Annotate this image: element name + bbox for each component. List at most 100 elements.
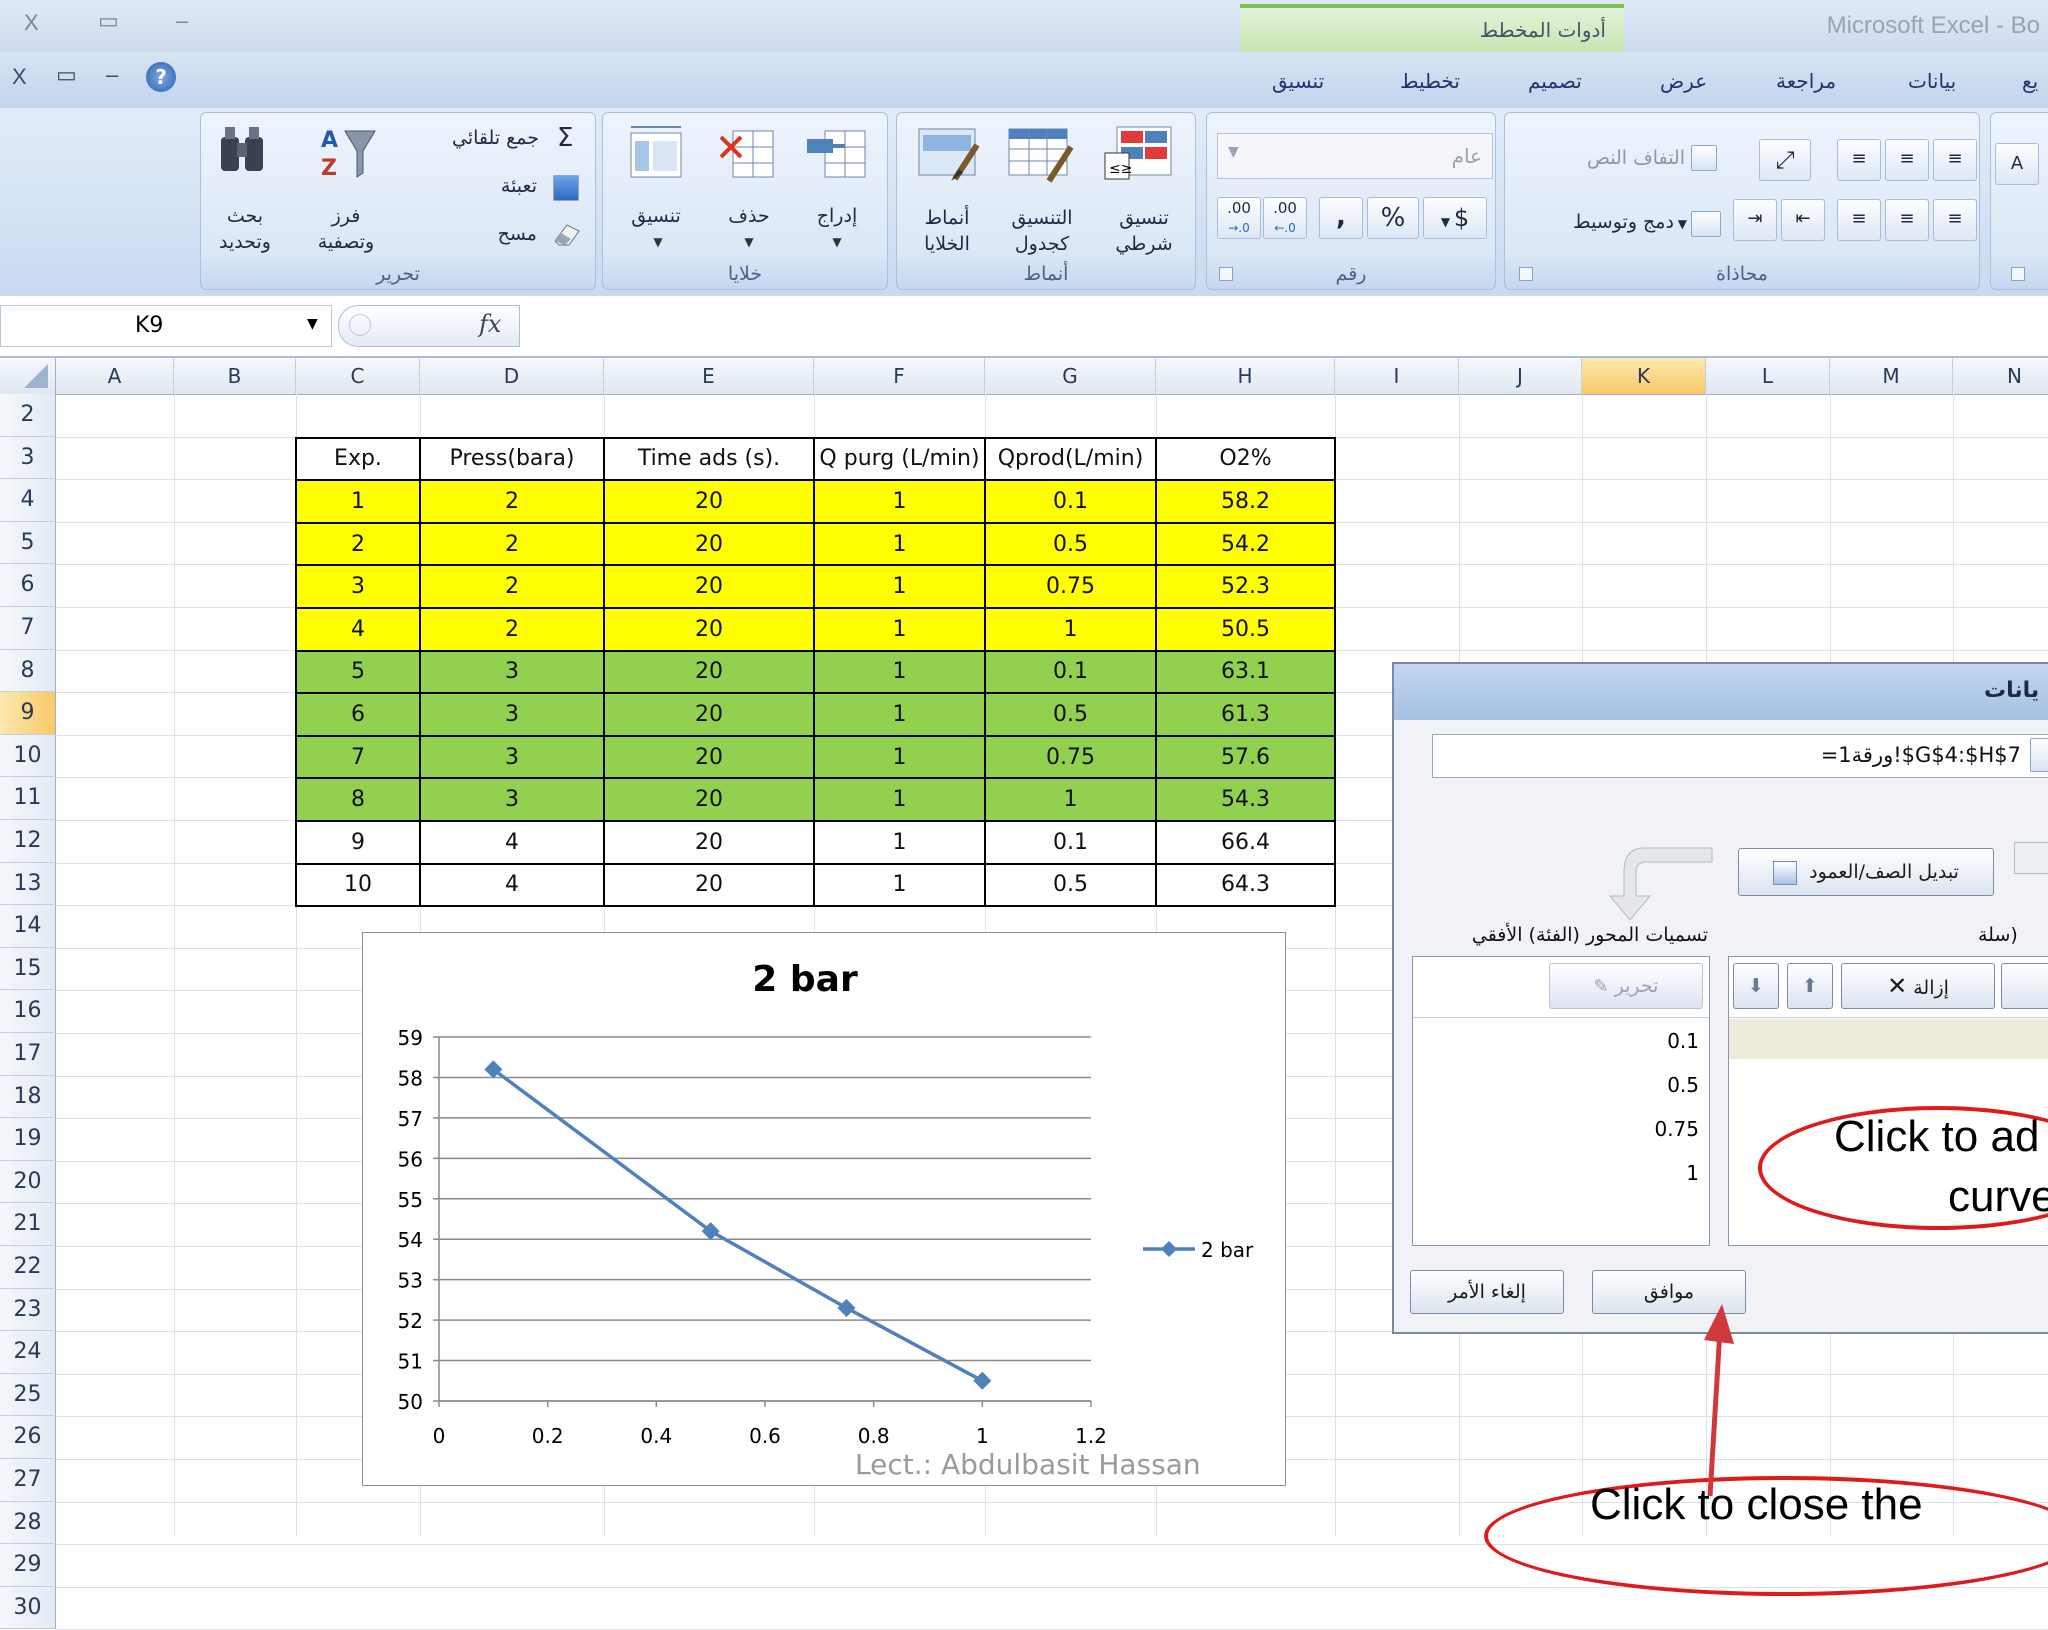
format-as-table-button[interactable]: التنسيق كجدول <box>997 205 1087 257</box>
number-format-dropdown[interactable]: ▼ عام <box>1217 133 1493 179</box>
row-header-2[interactable]: 2 <box>0 394 56 437</box>
column-header-g[interactable]: G <box>985 358 1156 394</box>
name-box[interactable]: K9 ▼ <box>0 305 332 347</box>
table-cell[interactable]: 1 <box>295 479 421 524</box>
table-cell[interactable]: 7 <box>295 734 421 780</box>
restore-window-icon[interactable]: ▭ <box>98 8 119 34</box>
sort-filter-button[interactable]: فرز وتصفية <box>299 203 393 255</box>
add-series-button[interactable] <box>2001 963 2048 1009</box>
row-header-18[interactable]: 18 <box>0 1075 56 1119</box>
table-cell[interactable]: 0.5 <box>984 521 1157 567</box>
row-header-3[interactable]: 3 <box>0 436 56 480</box>
table-cell[interactable]: 9 <box>295 820 421 865</box>
table-cell[interactable]: 20 <box>603 521 815 567</box>
row-header-15[interactable]: 15 <box>0 947 56 991</box>
format-dropdown-icon[interactable]: ▼ <box>623 235 693 249</box>
table-header-cell[interactable]: Exp. <box>295 436 421 482</box>
table-cell[interactable]: 20 <box>603 777 815 822</box>
font-size-grow-button[interactable]: A <box>1995 143 2039 185</box>
table-cell[interactable]: 58.2 <box>1155 479 1336 524</box>
switch-row-column-button[interactable]: تبديل الصف/العمود <box>1738 848 1994 896</box>
table-cell[interactable]: 57.6 <box>1155 734 1336 780</box>
table-header-cell[interactable]: Q purg (L/min) <box>813 436 986 482</box>
table-cell[interactable]: 4 <box>419 862 605 908</box>
wrap-text-button[interactable]: التفاف النص <box>1545 147 1685 169</box>
select-all-button[interactable] <box>0 358 56 394</box>
table-cell[interactable]: 3 <box>419 734 605 780</box>
table-cell[interactable]: 3 <box>295 564 421 609</box>
row-header-23[interactable]: 23 <box>0 1288 56 1332</box>
table-cell[interactable]: 20 <box>603 607 815 652</box>
table-cell[interactable]: 63.1 <box>1155 649 1336 695</box>
decrease-indent-button[interactable]: ⇤ <box>1781 199 1825 241</box>
table-cell[interactable]: 1 <box>813 564 986 609</box>
table-cell[interactable]: 20 <box>603 734 815 780</box>
table-cell[interactable]: 50.5 <box>1155 607 1336 652</box>
minimize-workbook-icon[interactable]: – <box>106 62 118 88</box>
column-header-k[interactable]: K <box>1582 358 1706 394</box>
table-cell[interactable]: 52.3 <box>1155 564 1336 609</box>
close-workbook-icon[interactable]: X <box>12 64 27 90</box>
row-header-27[interactable]: 27 <box>0 1459 56 1502</box>
table-cell[interactable]: 3 <box>419 649 605 695</box>
table-cell[interactable]: 1 <box>813 692 986 737</box>
row-header-6[interactable]: 6 <box>0 564 56 607</box>
row-header-9[interactable]: 9 <box>0 692 56 735</box>
restore-workbook-icon[interactable]: ▭ <box>56 62 77 88</box>
column-header-n[interactable]: N <box>1953 358 2048 394</box>
table-cell[interactable]: 0.5 <box>984 862 1157 908</box>
table-cell[interactable]: 20 <box>603 692 815 737</box>
align-right-button[interactable]: ≡ <box>1837 199 1881 241</box>
currency-button[interactable]: ▼ $ <box>1423 197 1487 239</box>
row-header-30[interactable]: 30 <box>0 1586 56 1630</box>
minimize-window-icon[interactable]: – <box>176 8 188 34</box>
table-cell[interactable]: 3 <box>419 777 605 822</box>
column-header-i[interactable]: I <box>1335 358 1459 394</box>
clear-button[interactable]: مسح <box>431 223 537 245</box>
comma-style-button[interactable]: , <box>1319 197 1363 239</box>
table-cell[interactable]: 2 <box>295 521 421 567</box>
insert-dropdown-icon[interactable]: ▼ <box>805 235 869 249</box>
formula-input[interactable] <box>520 305 2048 347</box>
column-header-m[interactable]: M <box>1830 358 1953 394</box>
cancel-button[interactable]: إلغاء الأمر <box>1410 1270 1564 1314</box>
table-cell[interactable]: 66.4 <box>1155 820 1336 865</box>
name-box-dropdown-icon[interactable]: ▼ <box>307 316 318 332</box>
table-cell[interactable]: 1 <box>984 777 1157 822</box>
table-cell[interactable]: 8 <box>295 777 421 822</box>
align-bottom-button[interactable]: ≡ <box>1933 139 1977 181</box>
series-list-item-selected[interactable] <box>1729 1019 2048 1059</box>
row-header-22[interactable]: 22 <box>0 1246 56 1289</box>
delete-button[interactable]: حذف <box>719 205 779 227</box>
tab-view[interactable]: عرض <box>1660 69 1707 93</box>
column-header-j[interactable]: J <box>1459 358 1582 394</box>
delete-dropdown-icon[interactable]: ▼ <box>719 235 779 249</box>
row-header-11[interactable]: 11 <box>0 777 56 820</box>
table-cell[interactable]: 1 <box>813 820 986 865</box>
table-cell[interactable]: 1 <box>813 649 986 695</box>
axis-label-item[interactable]: 0.5 <box>1667 1073 1699 1097</box>
tab-layout[interactable]: تخطيط <box>1400 69 1460 93</box>
table-cell[interactable]: 2 <box>419 564 605 609</box>
table-cell[interactable]: 6 <box>295 692 421 737</box>
decrease-decimal-button[interactable]: .00 →.0 <box>1217 197 1261 239</box>
row-header-7[interactable]: 7 <box>0 607 56 650</box>
row-header-20[interactable]: 20 <box>0 1160 56 1204</box>
edit-axis-labels-button[interactable]: تحرير ✎ <box>1549 963 1703 1009</box>
table-cell[interactable]: 10 <box>295 862 421 908</box>
tab-insert-partial[interactable]: يع <box>2022 69 2038 93</box>
row-header-19[interactable]: 19 <box>0 1118 56 1161</box>
axis-label-item[interactable]: 1 <box>1686 1161 1699 1185</box>
row-header-21[interactable]: 21 <box>0 1203 56 1246</box>
table-cell[interactable]: 20 <box>603 820 815 865</box>
table-cell[interactable]: 2 <box>419 607 605 652</box>
table-header-cell[interactable]: Qprod(L/min) <box>984 436 1157 482</box>
tab-design[interactable]: تصميم <box>1528 69 1582 93</box>
column-header-f[interactable]: F <box>814 358 985 394</box>
table-cell[interactable]: 54.3 <box>1155 777 1336 822</box>
table-cell[interactable]: 1 <box>984 607 1157 652</box>
column-header-e[interactable]: E <box>604 358 814 394</box>
row-header-25[interactable]: 25 <box>0 1373 56 1417</box>
table-cell[interactable]: 20 <box>603 479 815 524</box>
increase-indent-button[interactable]: ⇥ <box>1733 199 1777 241</box>
